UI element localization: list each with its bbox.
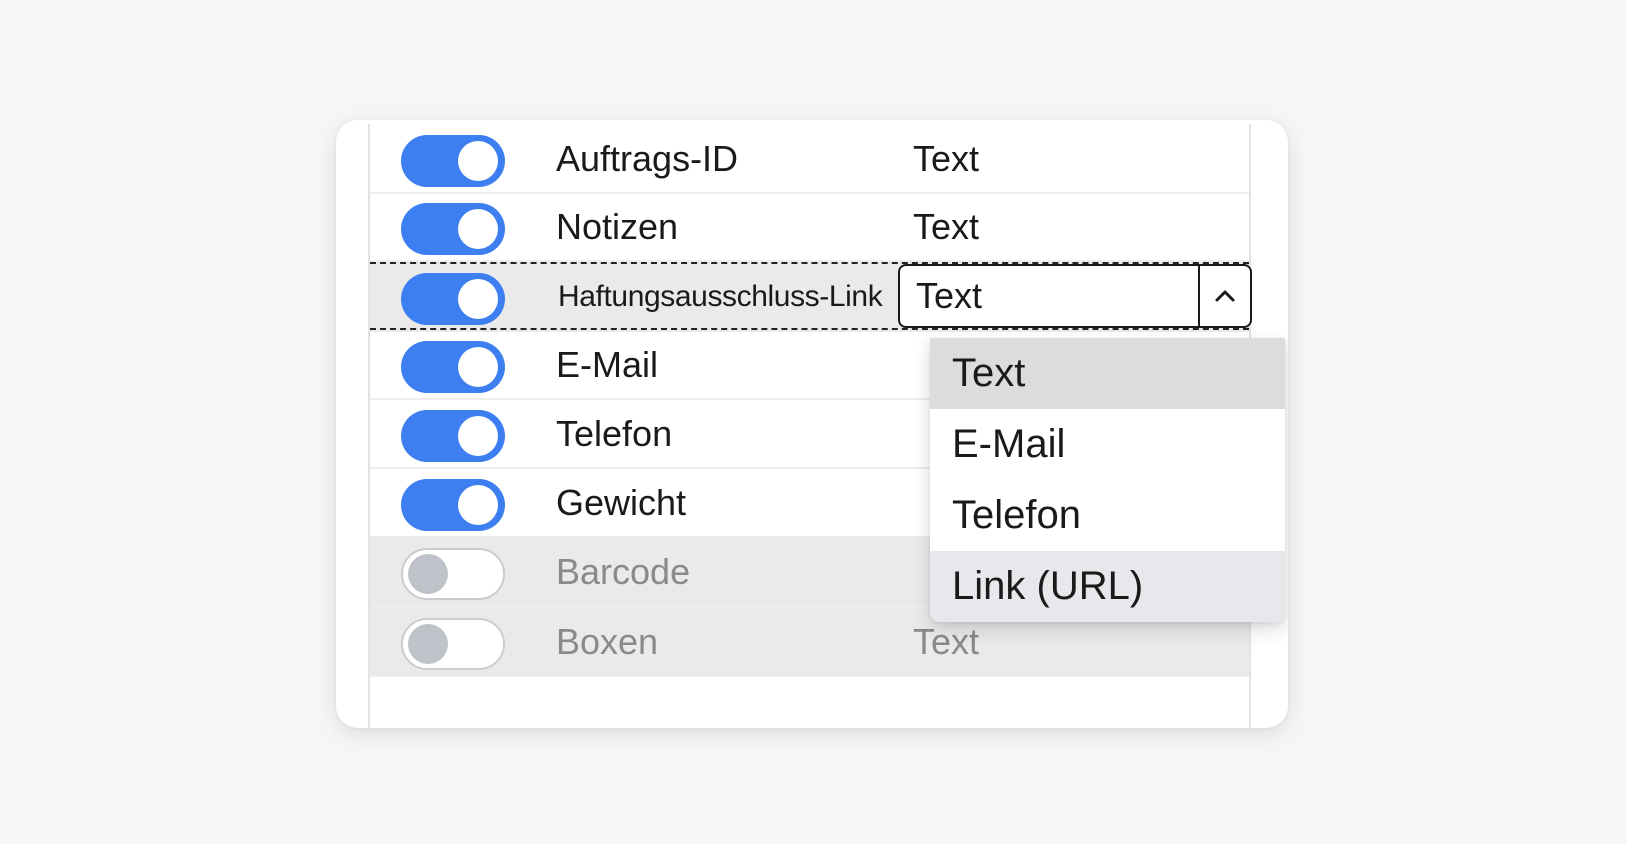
field-toggle[interactable]: [401, 135, 505, 187]
toggle-knob: [408, 554, 448, 594]
field-row-auftrags-id: Auftrags-ID Text: [370, 124, 1249, 194]
field-toggle[interactable]: [401, 618, 505, 670]
field-toggle[interactable]: [401, 203, 505, 255]
field-type[interactable]: Text: [913, 192, 979, 260]
field-name: Haftungsausschluss-Link: [558, 280, 883, 313]
field-type[interactable]: Text: [913, 124, 979, 192]
dropdown-option-link-url[interactable]: Link (URL): [930, 551, 1285, 622]
field-name: Auftrags-ID: [556, 138, 739, 179]
field-name: Boxen: [556, 621, 659, 662]
field-name: Barcode: [556, 551, 691, 592]
field-toggle[interactable]: [401, 273, 505, 325]
toggle-knob: [458, 485, 498, 525]
fields-table: Auftrags-ID Text Notizen Text Haftungsau…: [368, 124, 1285, 728]
chevron-up-icon: [1215, 290, 1235, 302]
toggle-knob: [458, 347, 498, 387]
field-toggle[interactable]: [401, 410, 505, 462]
field-toggle[interactable]: [401, 341, 505, 393]
field-name: Notizen: [556, 206, 679, 247]
field-row-notizen: Notizen Text: [370, 192, 1249, 262]
toggle-knob: [458, 416, 498, 456]
field-type-select[interactable]: Text: [898, 264, 1252, 328]
field-name: Gewicht: [556, 482, 687, 523]
field-toggle[interactable]: [401, 479, 505, 531]
toggle-knob: [458, 141, 498, 181]
toggle-knob: [458, 279, 498, 319]
field-type-dropdown-menu: Text E-Mail Telefon Link (URL): [930, 338, 1285, 622]
field-toggle[interactable]: [401, 548, 505, 600]
toggle-knob: [408, 624, 448, 664]
toggle-knob: [458, 209, 498, 249]
dropdown-option-e-mail[interactable]: E-Mail: [930, 409, 1285, 480]
field-name: Telefon: [556, 413, 673, 454]
dropdown-option-telefon[interactable]: Telefon: [930, 480, 1285, 551]
field-name: E-Mail: [556, 344, 659, 385]
dropdown-toggle-button[interactable]: [1198, 266, 1250, 326]
field-settings-card: Auftrags-ID Text Notizen Text Haftungsau…: [336, 120, 1288, 728]
field-row-haftungsausschluss-link: Haftungsausschluss-Link Text: [370, 262, 1252, 332]
dropdown-option-text[interactable]: Text: [930, 338, 1285, 409]
field-type-select-value: Text: [916, 275, 983, 316]
